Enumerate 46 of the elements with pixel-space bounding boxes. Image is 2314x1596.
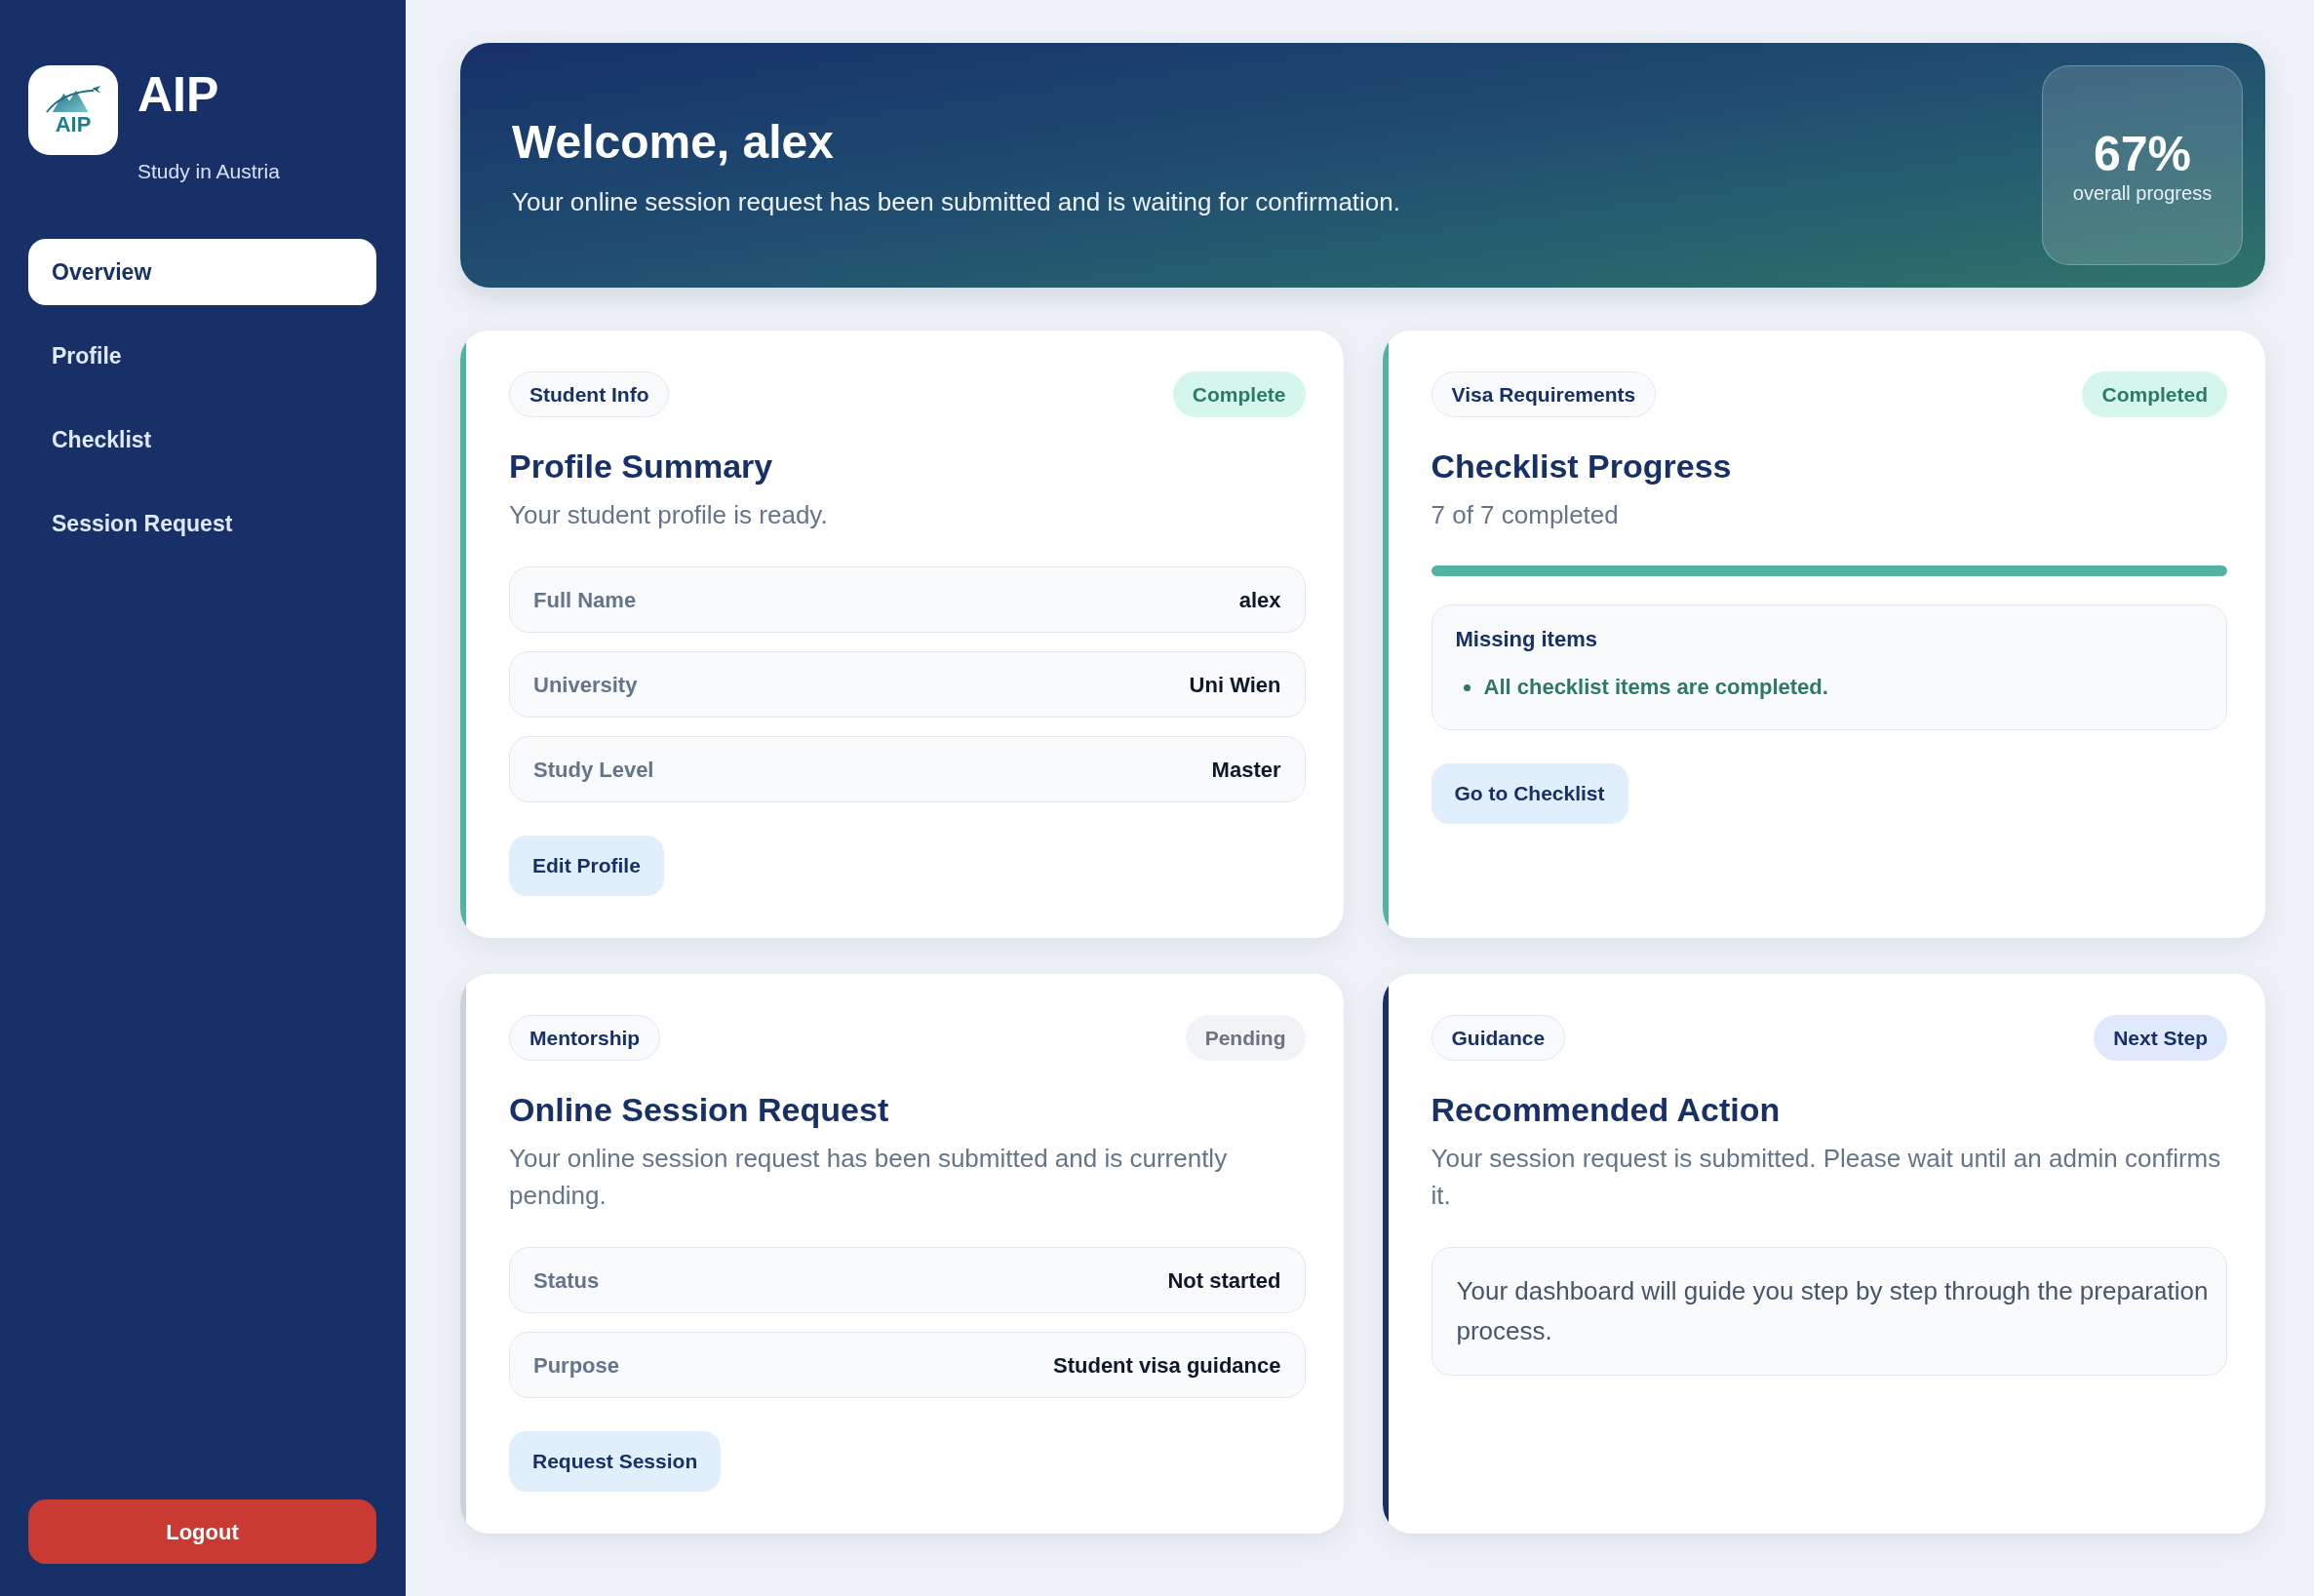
detail-label: University	[533, 671, 638, 699]
card-description: Your student profile is ready.	[509, 499, 829, 531]
card-description: Your online session request has been submitted and is currently pending.	[509, 1143, 1229, 1212]
detail-label: Study Level	[533, 756, 654, 784]
sidebar-nav-item[interactable]: Checklist	[28, 407, 376, 473]
category-tag: Student Info	[509, 371, 670, 417]
app-subtitle: Study in Austria	[137, 159, 280, 184]
welcome-heading: Welcome, alex	[512, 114, 835, 170]
card-title: Profile Summary	[509, 447, 774, 487]
detail-label: Status	[533, 1266, 600, 1295]
sidebar-nav-item[interactable]: Session Request	[28, 490, 376, 557]
logout-button[interactable]: Logout	[28, 1499, 376, 1564]
status-badge: Pending	[1185, 1015, 1306, 1061]
missing-items-heading: Missing items	[1455, 626, 1598, 653]
detail-value: Master	[1211, 756, 1281, 784]
sidebar-nav-item[interactable]: Overview	[28, 239, 376, 305]
detail-label: Purpose	[533, 1351, 620, 1380]
detail-value: alex	[1238, 586, 1281, 614]
card-title: Checklist Progress	[1431, 447, 1733, 487]
progress-percent: 67%	[2093, 126, 2192, 181]
guidance-note: Your dashboard will guide you step by step through the preparation process.	[1431, 1247, 2227, 1376]
welcome-message: Your online session request has been submitted and is waiting for confirmation.	[512, 185, 1400, 217]
logo-text: AIP	[55, 112, 92, 136]
status-badge: Completed	[2082, 371, 2227, 417]
action-button[interactable]: Request Session	[509, 1431, 722, 1492]
mountain-plane-icon	[45, 84, 101, 113]
action-button[interactable]: Go to Checklist	[1431, 763, 1628, 824]
card-title: Recommended Action	[1431, 1090, 1782, 1130]
status-badge: Complete	[1172, 371, 1306, 417]
detail-value: Student visa guidance	[1053, 1351, 1281, 1380]
card-description: Your session request is submitted. Please wait until an admin confirms it.	[1431, 1143, 2222, 1212]
detail-value: Uni Wien	[1189, 671, 1281, 699]
category-tag: Guidance	[1431, 1015, 1566, 1061]
card-description: 7 of 7 completed	[1431, 499, 1620, 531]
bullet-icon	[1463, 683, 1471, 691]
app-title: AIP	[137, 66, 220, 124]
category-tag: Visa Requirements	[1431, 371, 1657, 417]
category-tag: Mentorship	[509, 1015, 661, 1061]
detail-value: Not started	[1167, 1266, 1281, 1295]
detail-label: Full Name	[533, 586, 637, 614]
sidebar-nav-item[interactable]: Profile	[28, 323, 376, 389]
card-title: Online Session Request	[509, 1090, 890, 1130]
missing-item-text: All checklist items are completed.	[1483, 675, 1828, 700]
progress-caption: overall progress	[2072, 180, 2213, 205]
action-button[interactable]: Edit Profile	[509, 836, 664, 896]
status-badge: Next Step	[2094, 1015, 2227, 1061]
